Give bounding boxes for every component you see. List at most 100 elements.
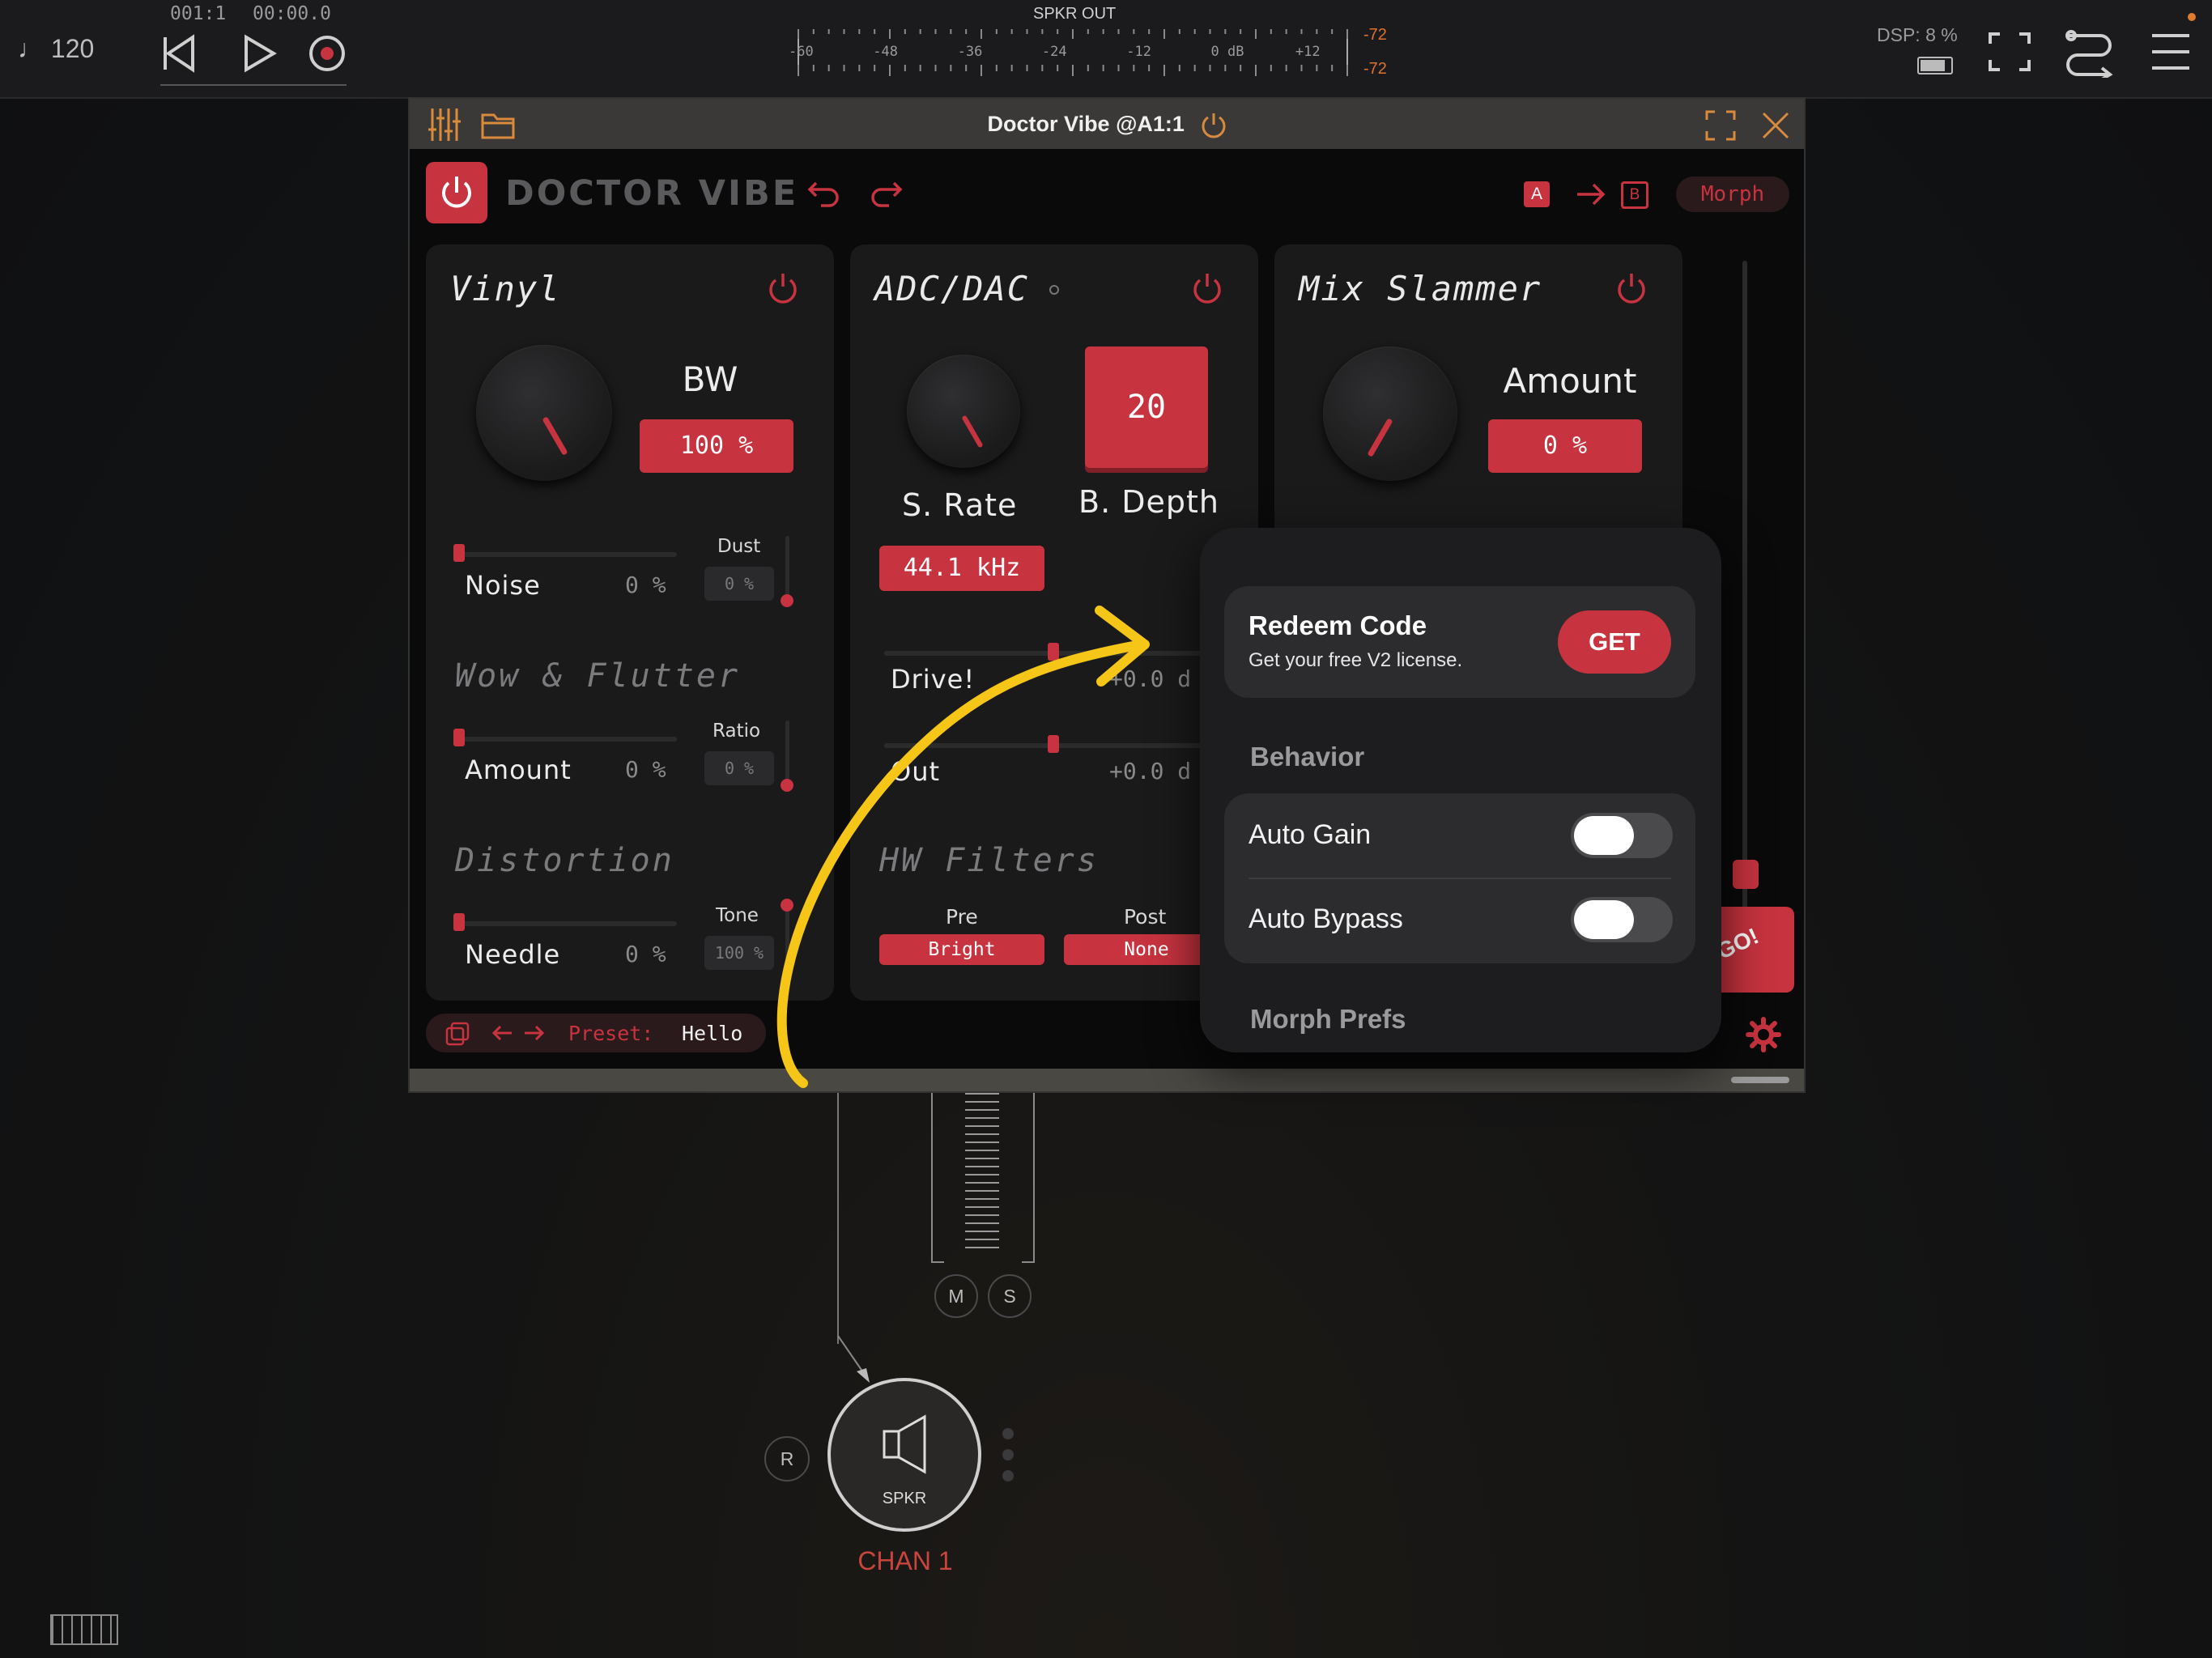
dsp-readout: DSP: 8 % bbox=[1877, 24, 1958, 45]
record-button[interactable] bbox=[306, 32, 348, 74]
meter-tick-label: +12 bbox=[1295, 44, 1321, 60]
auto-gain-toggle[interactable] bbox=[1571, 813, 1673, 858]
mute-button[interactable]: M bbox=[934, 1274, 978, 1318]
redeem-card: Redeem Code Get your free V2 license. GE… bbox=[1224, 586, 1695, 698]
sample-rate-value[interactable]: 44.1 kHz bbox=[879, 546, 1044, 591]
auto-bypass-label: Auto Bypass bbox=[1249, 903, 1403, 934]
divider bbox=[1249, 878, 1671, 879]
morph-button[interactable]: Morph bbox=[1676, 176, 1789, 212]
auto-bypass-toggle[interactable] bbox=[1571, 897, 1673, 942]
channel-name[interactable]: CHAN 1 bbox=[824, 1546, 986, 1576]
status-dot-icon bbox=[1049, 285, 1059, 295]
sample-rate-knob[interactable] bbox=[907, 355, 1020, 468]
routing-button[interactable] bbox=[2063, 26, 2115, 81]
preset-label: Preset: bbox=[568, 1022, 654, 1045]
bw-knob[interactable] bbox=[476, 345, 612, 481]
adc-dac-title: ADC/DAC bbox=[874, 269, 1030, 308]
peak-bottom: -72 bbox=[1363, 60, 1387, 78]
get-license-button[interactable]: GET bbox=[1558, 610, 1671, 674]
peak-top: -72 bbox=[1363, 26, 1387, 44]
maximize-button[interactable] bbox=[1705, 110, 1736, 141]
bit-depth-value[interactable]: 20 bbox=[1085, 346, 1208, 468]
fader-scale bbox=[965, 1093, 999, 1255]
close-icon bbox=[1762, 112, 1789, 139]
menu-button[interactable] bbox=[2150, 31, 2191, 71]
morph-prefs-header: Morph Prefs bbox=[1250, 1004, 1406, 1034]
window-title: Doctor Vibe @A1:1 bbox=[410, 110, 1807, 141]
resize-handle[interactable] bbox=[1731, 1077, 1789, 1083]
arrow-right-icon[interactable] bbox=[523, 1023, 546, 1043]
master-fader-thumb[interactable] bbox=[1733, 860, 1759, 889]
master-fader-track[interactable] bbox=[1742, 261, 1747, 925]
amount-value: 0 % bbox=[625, 756, 666, 783]
power-icon[interactable] bbox=[1198, 110, 1229, 141]
play-icon bbox=[245, 34, 277, 73]
arrow-right-icon bbox=[1577, 183, 1606, 206]
tempo-display[interactable]: ♩ 120 bbox=[18, 34, 94, 64]
behavior-header: Behavior bbox=[1250, 742, 1365, 772]
needle-value: 0 % bbox=[625, 941, 666, 967]
dust-slider[interactable] bbox=[785, 536, 789, 602]
needle-slider[interactable] bbox=[458, 921, 677, 926]
redo-button[interactable] bbox=[868, 176, 904, 209]
plugin-bypass-button[interactable] bbox=[426, 162, 487, 223]
bit-depth-label: B. Depth bbox=[1078, 484, 1219, 520]
battery-icon bbox=[1917, 57, 1953, 74]
solo-button[interactable]: S bbox=[988, 1274, 1032, 1318]
amount-slider[interactable] bbox=[458, 737, 677, 742]
gear-icon[interactable] bbox=[1746, 1017, 1781, 1052]
power-icon[interactable] bbox=[766, 270, 800, 304]
preset-bar: Preset: Hello bbox=[426, 1014, 766, 1052]
expand-icon bbox=[1989, 32, 2031, 71]
fullscreen-button[interactable] bbox=[1987, 31, 2032, 73]
random-dice-icon[interactable] bbox=[445, 1022, 470, 1046]
keyboard-icon[interactable] bbox=[50, 1614, 118, 1645]
close-button[interactable] bbox=[1760, 110, 1791, 141]
mix-amount-value[interactable]: 0 % bbox=[1488, 419, 1642, 473]
distortion-title: Distortion bbox=[455, 842, 674, 879]
speaker-label: SPKR bbox=[882, 1490, 927, 1507]
more-dot[interactable] bbox=[1002, 1428, 1014, 1439]
amount-label: Amount bbox=[465, 755, 572, 785]
power-icon[interactable] bbox=[1190, 270, 1224, 304]
meter-label: SPKR OUT bbox=[1033, 5, 1117, 23]
vinyl-title: Vinyl bbox=[450, 269, 561, 308]
play-button[interactable] bbox=[238, 32, 280, 74]
meter-tick-label: -24 bbox=[1041, 44, 1067, 60]
redeem-title: Redeem Code bbox=[1249, 610, 1427, 640]
plugin-name: DOCTOR VIBE bbox=[505, 173, 799, 214]
rewind-button[interactable] bbox=[159, 32, 201, 74]
notification-dot bbox=[2188, 13, 2196, 21]
power-icon[interactable] bbox=[1614, 270, 1648, 304]
record-arm-button[interactable]: R bbox=[764, 1436, 810, 1482]
more-dot[interactable] bbox=[1002, 1449, 1014, 1460]
routing-icon bbox=[2065, 30, 2113, 81]
transport-underline bbox=[160, 84, 347, 86]
preset-a-button[interactable]: A bbox=[1524, 181, 1550, 207]
preset-name[interactable]: Hello bbox=[682, 1022, 742, 1045]
noise-value: 0 % bbox=[625, 572, 666, 598]
redeem-subtitle: Get your free V2 license. bbox=[1249, 649, 1463, 671]
undo-button[interactable] bbox=[806, 176, 842, 209]
channel-fader[interactable] bbox=[931, 1093, 1035, 1263]
amount-slider-thumb[interactable] bbox=[453, 729, 465, 746]
noise-slider-thumb[interactable] bbox=[453, 544, 465, 562]
noise-slider[interactable] bbox=[458, 552, 677, 557]
power-icon bbox=[442, 176, 471, 208]
ratio-label: Ratio bbox=[713, 721, 761, 742]
arrow-left-icon[interactable] bbox=[491, 1023, 513, 1043]
mix-slammer-title: Mix Slammer bbox=[1299, 269, 1542, 308]
copy-a-to-b-button[interactable] bbox=[1576, 181, 1606, 207]
record-icon bbox=[309, 36, 345, 71]
time-position: 00:00.0 bbox=[253, 3, 331, 24]
mix-amount-knob[interactable] bbox=[1323, 346, 1457, 481]
skip-back-icon bbox=[164, 34, 194, 73]
more-dot[interactable] bbox=[1002, 1470, 1014, 1482]
meter-tick-label: 0 dB bbox=[1210, 44, 1244, 60]
dust-value[interactable]: 0 % bbox=[704, 567, 774, 601]
meter-tick-labels: -60 -48 -36 -24 -12 0 dB +12 bbox=[789, 44, 1352, 63]
needle-slider-thumb[interactable] bbox=[453, 913, 465, 931]
preset-b-button[interactable]: B bbox=[1621, 181, 1648, 209]
bw-value[interactable]: 100 % bbox=[640, 419, 793, 473]
speaker-output-node[interactable]: SPKR bbox=[827, 1378, 981, 1532]
